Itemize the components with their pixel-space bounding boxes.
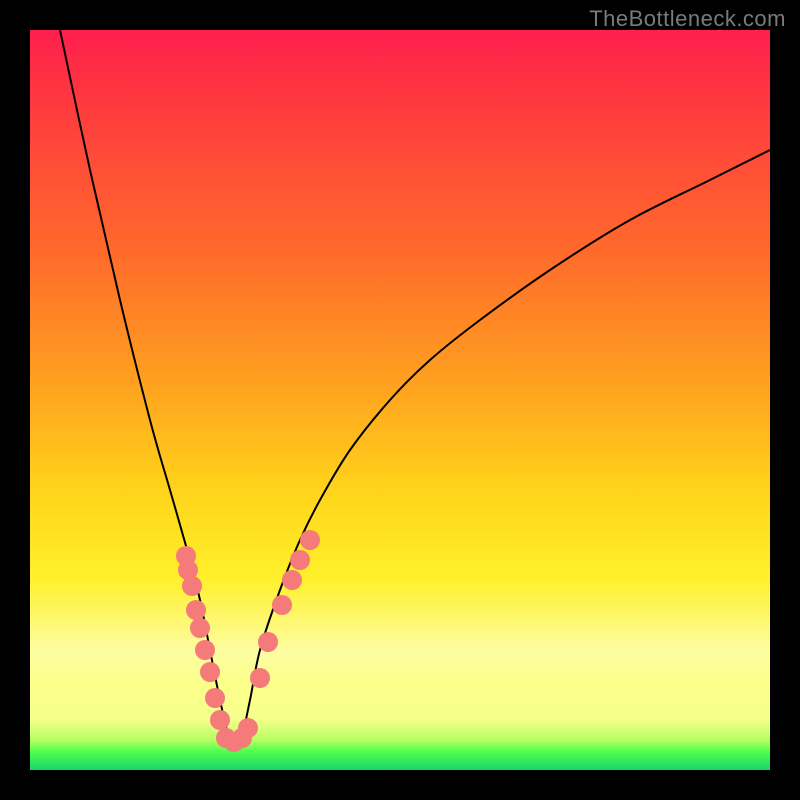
data-dot: [182, 576, 202, 596]
data-dot: [205, 688, 225, 708]
data-dot: [258, 632, 278, 652]
chart-frame: TheBottleneck.com: [0, 0, 800, 800]
data-dot: [290, 550, 310, 570]
data-dot: [250, 668, 270, 688]
data-dot: [272, 595, 292, 615]
curve-overlay: [30, 30, 770, 770]
bottleneck-curve: [60, 30, 770, 746]
data-dot: [200, 662, 220, 682]
data-dot: [300, 530, 320, 550]
data-dot: [282, 570, 302, 590]
data-dot: [195, 640, 215, 660]
data-dot: [210, 710, 230, 730]
data-dot: [186, 600, 206, 620]
watermark-text: TheBottleneck.com: [589, 6, 786, 32]
data-dots: [176, 530, 320, 752]
data-dot: [190, 618, 210, 638]
data-dot: [238, 718, 258, 738]
plot-area: [30, 30, 770, 770]
